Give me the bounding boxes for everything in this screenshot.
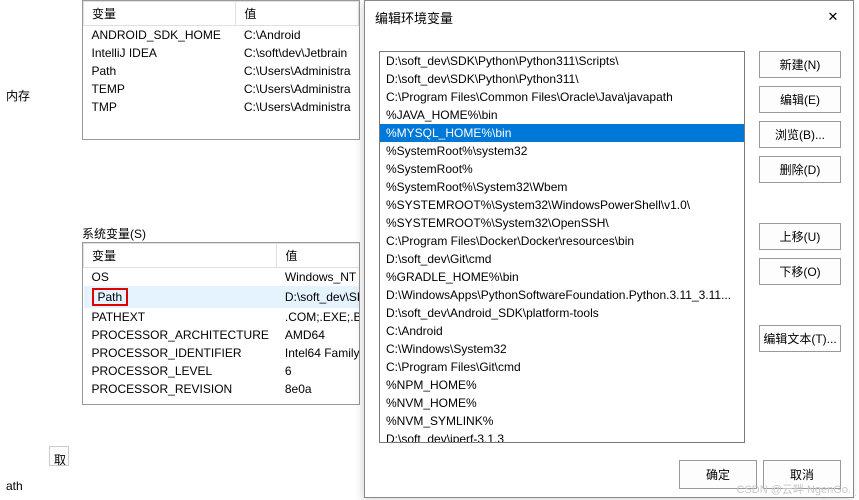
list-item[interactable]: D:\soft_dev\Git\cmd — [380, 250, 744, 268]
edit-text-button[interactable]: 编辑文本(T)... — [759, 325, 841, 352]
list-item[interactable]: %NVM_SYMLINK% — [380, 412, 744, 430]
system-vars-table-box: 变量 值 OSWindows_NTPathD:\soft_dev\SDK\PyP… — [82, 242, 360, 405]
system-vars-table[interactable]: 变量 值 OSWindows_NTPathD:\soft_dev\SDK\PyP… — [83, 243, 360, 398]
table-row[interactable]: PROCESSOR_LEVEL6 — [84, 362, 361, 380]
ok-button[interactable]: 确定 — [679, 460, 757, 489]
list-item[interactable]: D:\soft_dev\SDK\Python\Python311\Scripts… — [380, 52, 744, 70]
table-row[interactable]: ANDROID_SDK_HOMEC:\Android — [84, 26, 359, 45]
list-item[interactable]: D:\soft_dev\iperf-3.1.3 — [380, 430, 744, 443]
list-item[interactable]: %JAVA_HOME%\bin — [380, 106, 744, 124]
table-row[interactable]: TMPC:\Users\Administra — [84, 98, 359, 116]
list-item[interactable]: D:\soft_dev\Android_SDK\platform-tools — [380, 304, 744, 322]
list-item[interactable]: %SystemRoot%\system32 — [380, 142, 744, 160]
bg-path-fragment: ath — [0, 476, 29, 496]
list-item[interactable]: C:\Android — [380, 322, 744, 340]
col-var[interactable]: 变量 — [84, 244, 277, 268]
list-item[interactable]: %SYSTEMROOT%\System32\OpenSSH\ — [380, 214, 744, 232]
user-vars-table[interactable]: 变量 值 ANDROID_SDK_HOMEC:\AndroidIntelliJ … — [83, 1, 359, 116]
list-item[interactable]: C:\Program Files\Docker\Docker\resources… — [380, 232, 744, 250]
list-item[interactable]: %SystemRoot%\System32\Wbem — [380, 178, 744, 196]
delete-button[interactable]: 删除(D) — [759, 156, 841, 183]
table-row[interactable]: OSWindows_NT — [84, 268, 361, 287]
move-up-button[interactable]: 上移(U) — [759, 223, 841, 250]
list-item[interactable]: C:\Program Files\Git\cmd — [380, 358, 744, 376]
user-vars-table-box: 变量 值 ANDROID_SDK_HOMEC:\AndroidIntelliJ … — [82, 0, 360, 140]
col-val[interactable]: 值 — [236, 2, 359, 26]
list-item[interactable]: %NVM_HOME% — [380, 394, 744, 412]
list-item[interactable]: D:\soft_dev\SDK\Python\Python311\ — [380, 70, 744, 88]
list-item[interactable]: %SYSTEMROOT%\System32\WindowsPowerShell\… — [380, 196, 744, 214]
col-val[interactable]: 值 — [277, 244, 360, 268]
list-item[interactable]: D:\WindowsApps\PythonSoftwareFoundation.… — [380, 286, 744, 304]
cancel-button[interactable]: 取消 — [763, 460, 841, 489]
memory-label: 内存 — [0, 84, 36, 107]
dialog-title: 编辑环境变量 — [375, 8, 453, 27]
path-listbox[interactable]: D:\soft_dev\SDK\Python\Python311\Scripts… — [379, 51, 745, 443]
table-row[interactable]: TEMPC:\Users\Administra — [84, 80, 359, 98]
list-item[interactable]: %MYSQL_HOME%\bin — [380, 124, 744, 142]
col-var[interactable]: 变量 — [84, 2, 236, 26]
table-row[interactable]: PROCESSOR_ARCHITECTUREAMD64 — [84, 326, 361, 344]
table-row[interactable]: PathD:\soft_dev\SDK\Py — [84, 286, 361, 308]
list-item[interactable]: C:\Program Files\Common Files\Oracle\Jav… — [380, 88, 744, 106]
edit-button[interactable]: 编辑(E) — [759, 86, 841, 113]
move-down-button[interactable]: 下移(O) — [759, 258, 841, 285]
table-row[interactable]: IntelliJ IDEAC:\soft\dev\Jetbrain — [84, 44, 359, 62]
table-row[interactable]: PATHEXT.COM;.EXE;.BAT;.CM — [84, 308, 361, 326]
list-item[interactable]: %NPM_HOME% — [380, 376, 744, 394]
table-row[interactable]: PROCESSOR_IDENTIFIERIntel64 Family 6 Mo — [84, 344, 361, 362]
list-item[interactable]: %SystemRoot% — [380, 160, 744, 178]
list-item[interactable]: C:\Windows\System32 — [380, 340, 744, 358]
browse-button[interactable]: 浏览(B)... — [759, 121, 841, 148]
system-vars-label: 系统变量(S) — [82, 225, 146, 242]
new-button[interactable]: 新建(N) — [759, 51, 841, 78]
bg-cancel-fragment[interactable]: 取 — [49, 446, 69, 466]
close-icon[interactable]: ✕ — [823, 7, 843, 27]
table-row[interactable]: PROCESSOR_REVISION8e0a — [84, 380, 361, 398]
table-row[interactable]: PathC:\Users\Administra — [84, 62, 359, 80]
edit-env-var-dialog: 编辑环境变量 ✕ D:\soft_dev\SDK\Python\Python31… — [364, 0, 854, 498]
list-item[interactable]: %GRADLE_HOME%\bin — [380, 268, 744, 286]
